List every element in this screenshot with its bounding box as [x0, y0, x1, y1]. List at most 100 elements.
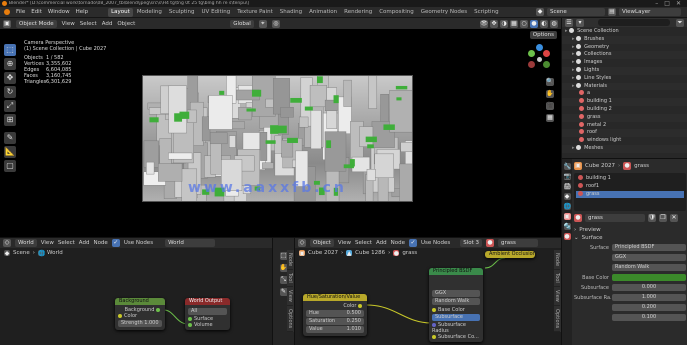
preview-panel-header[interactable]: › Preview	[574, 226, 686, 234]
viewport-menu-add[interactable]: Add	[102, 21, 113, 27]
outliner-item[interactable]: ▸ Images	[562, 59, 687, 67]
world-output-target[interactable]: All	[188, 308, 227, 315]
sidebar-tab-view[interactable]: View	[554, 287, 560, 306]
editor-type-icon[interactable]: ▣	[3, 19, 11, 28]
zoom-icon[interactable]: 🔍	[546, 78, 554, 86]
overlay-icon[interactable]: ◑	[500, 19, 508, 28]
shading-material-icon[interactable]: ◐	[540, 19, 548, 28]
outliner-item[interactable]: ▸ Geometry	[562, 43, 687, 52]
workspace-tab-compositing[interactable]: Compositing	[376, 8, 416, 17]
select-box-icon[interactable]: ⬚	[4, 44, 16, 56]
world-tab-icon[interactable]: 🌐	[563, 203, 571, 210]
workspace-tab-shading[interactable]: Shading	[277, 8, 305, 17]
ambient-occlusion-node[interactable]: Ambient Occlusion	[485, 251, 535, 258]
subsurface-radius-y-field[interactable]: 0.200	[612, 304, 686, 311]
hue-field[interactable]: Hue 0.500	[306, 310, 364, 317]
outliner-item[interactable]: metal 2	[562, 121, 687, 130]
material-slot[interactable]: roof1	[576, 182, 684, 191]
measure-icon[interactable]: 📐	[4, 146, 16, 158]
scene-tab-icon[interactable]: ◆	[563, 193, 571, 200]
menu-window[interactable]: Window	[48, 9, 70, 15]
workspace-tab-texture-paint[interactable]: Texture Paint	[234, 8, 276, 17]
fake-user-icon[interactable]: 🛡	[648, 214, 656, 222]
subsurface-field[interactable]: 0.000	[612, 284, 686, 291]
outliner-item[interactable]: ▸ Materials	[562, 82, 687, 91]
display-mode-icon[interactable]: ▾	[576, 18, 584, 27]
duplicate-material-icon[interactable]: ❐	[659, 214, 667, 222]
workspace-tab-animation[interactable]: Animation	[306, 8, 340, 17]
shading-solid-icon[interactable]: ●	[530, 19, 538, 28]
sidebar-tab-tool[interactable]: Tool	[287, 270, 293, 287]
scene-selector[interactable]: Scene	[547, 8, 605, 16]
sidebar-tab-tool[interactable]: Tool	[554, 270, 560, 287]
filter-icon[interactable]: ⏷	[676, 18, 684, 27]
material-slots-list[interactable]: building 1 roof1 grass	[574, 173, 686, 211]
workspace-tab-modeling[interactable]: Modeling	[134, 8, 165, 17]
ortho-toggle-icon[interactable]: ▦	[546, 114, 554, 122]
sidebar-tab-options[interactable]: Options	[287, 306, 293, 332]
viewport-menu-select[interactable]: Select	[80, 21, 97, 27]
tool-tab-icon[interactable]: 🔧	[563, 163, 571, 170]
workspace-tab-geometry-nodes[interactable]: Geometry Nodes	[418, 8, 470, 17]
background-node[interactable]: Background Background Color Strength 1.0…	[115, 298, 165, 330]
outliner-item[interactable]: ▸ Line Styles	[562, 74, 687, 83]
background-strength-field[interactable]: Strength 1.000	[118, 320, 162, 327]
transform-icon[interactable]: ⊞	[4, 114, 16, 126]
outliner-item[interactable]: ▸ Collections	[562, 51, 687, 60]
move-icon[interactable]: ✥	[4, 72, 16, 84]
principled-subsurface[interactable]: Subsurface	[432, 314, 480, 321]
outliner-item[interactable]: roof	[562, 129, 687, 138]
xray-icon[interactable]: ▦	[510, 19, 518, 28]
sidebar-tab-view[interactable]: View	[287, 287, 293, 306]
background-color-input[interactable]: Color	[124, 313, 137, 319]
view-layer-selector[interactable]: ViewLayer	[619, 8, 681, 16]
principled-bsdf-node[interactable]: Principled BSDF GGX Random Walk Base Col…	[429, 268, 483, 342]
shading-wire-icon[interactable]: ○	[520, 19, 528, 28]
unlink-material-icon[interactable]: ✕	[670, 214, 678, 222]
surface-panel-header[interactable]: ⌄ Surface	[574, 234, 686, 242]
outliner-item[interactable]: a	[562, 90, 687, 98]
value-field[interactable]: Value 1.010	[306, 326, 364, 333]
menu-edit[interactable]: Edit	[31, 9, 42, 15]
workspace-tab-scripting[interactable]: Scripting	[471, 8, 501, 17]
proportional-edit-icon[interactable]: ◎	[271, 19, 280, 28]
outliner-item[interactable]: ▸ Lights	[562, 66, 687, 75]
navigation-gizmo[interactable]	[524, 44, 554, 74]
annotate-icon[interactable]: ✎	[4, 132, 16, 144]
cursor-icon[interactable]: ⊕	[4, 58, 16, 70]
outliner-item[interactable]: building 1	[562, 98, 687, 106]
gizmo-icon[interactable]: ✥	[490, 19, 498, 28]
viewport-menu-object[interactable]: Object	[117, 21, 135, 27]
subsurface-radius-x-field[interactable]: 1.000	[612, 294, 686, 301]
workspace-tab-uv-editing[interactable]: UV Editing	[199, 8, 234, 17]
material-tab-icon[interactable]: ●	[563, 233, 571, 240]
menu-help[interactable]: Help	[76, 9, 89, 15]
shading-render-icon[interactable]: ◍	[550, 19, 558, 28]
render-tab-icon[interactable]: 📷	[563, 173, 571, 180]
options-dropdown[interactable]: Options	[529, 31, 557, 39]
material-slot[interactable]: building 1	[576, 175, 684, 183]
add-cube-icon[interactable]: ▢	[4, 160, 16, 172]
visibility-icon[interactable]: 👁	[480, 19, 488, 28]
sidebar-tab-options[interactable]: Options	[554, 306, 560, 332]
shader-node-editor[interactable]: ◇ Object View Select Add Node ✓ Use Node…	[294, 237, 561, 345]
outliner-item[interactable]: grass	[562, 113, 687, 122]
subsurface-radius-z-field[interactable]: 0.100	[612, 314, 686, 321]
3d-viewport[interactable]: ▣ Object Mode View Select Add Object Glo…	[0, 18, 561, 237]
hue-saturation-node[interactable]: Hue/Saturation/Value Color Hue 0.500 Satu…	[303, 294, 367, 336]
outliner-item[interactable]: ▸ Brushes	[562, 35, 687, 44]
outliner-editor-icon[interactable]: ☰	[565, 18, 573, 27]
rotate-icon[interactable]: ↻	[4, 86, 16, 98]
sidebar-tab-node[interactable]: Node	[287, 250, 293, 271]
sidebar-tab-node[interactable]: Node	[554, 250, 560, 271]
scale-icon[interactable]: ⤢	[4, 100, 16, 112]
blender-menu-icon[interactable]	[4, 9, 10, 15]
saturation-field[interactable]: Saturation 0.250	[306, 318, 364, 325]
object-tab-icon[interactable]: ▣	[563, 213, 571, 220]
pan-icon[interactable]: ✋	[546, 90, 554, 98]
modifier-tab-icon[interactable]: 🔩	[563, 223, 571, 230]
transform-orientation[interactable]: Global	[230, 19, 254, 28]
window-controls-icon[interactable]: –□✕	[655, 0, 687, 7]
base-color-swatch[interactable]	[612, 274, 686, 281]
distribution-dropdown[interactable]: GGX	[612, 254, 686, 261]
